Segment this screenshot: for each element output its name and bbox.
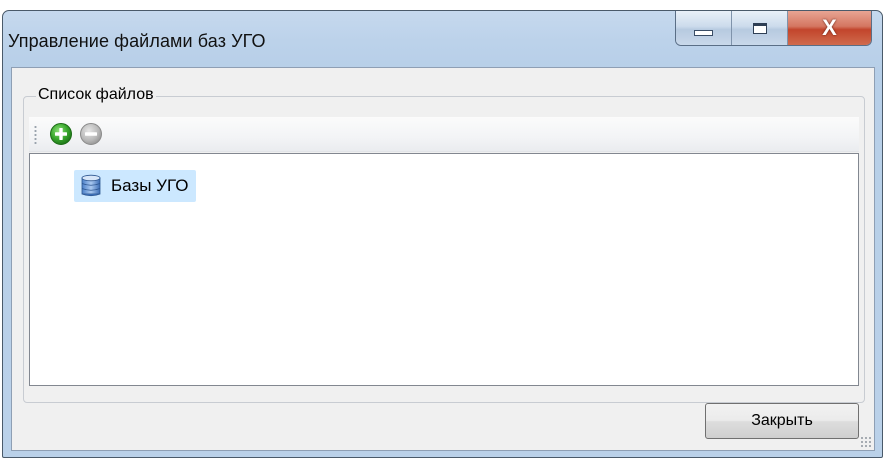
maximize-button[interactable] bbox=[732, 11, 788, 45]
minimize-button[interactable] bbox=[676, 11, 732, 45]
close-window-button[interactable]: X bbox=[788, 11, 871, 45]
tree-item-label: Базы УГО bbox=[111, 176, 189, 195]
size-grip[interactable] bbox=[860, 436, 872, 448]
tree-item-ugo-bases[interactable]: Базы УГО bbox=[74, 170, 197, 202]
remove-file-button[interactable] bbox=[79, 122, 103, 146]
dialog-client-area: Список файлов Базы УГО Закрыть bbox=[11, 67, 875, 451]
maximize-icon bbox=[752, 22, 767, 34]
add-file-button[interactable] bbox=[49, 122, 73, 146]
files-tree[interactable]: Базы УГО bbox=[29, 153, 859, 386]
title-bar[interactable]: Управление файлами баз УГО X bbox=[3, 11, 882, 67]
remove-icon bbox=[80, 123, 102, 145]
close-icon: X bbox=[822, 15, 837, 40]
dialog-window: Управление файлами баз УГО X Список файл… bbox=[2, 10, 883, 458]
close-button[interactable]: Закрыть bbox=[705, 403, 859, 439]
database-icon bbox=[81, 174, 101, 197]
files-group-title: Список файлов bbox=[36, 86, 156, 104]
window-controls: X bbox=[675, 11, 872, 46]
minimize-icon bbox=[694, 30, 713, 36]
window-title: Управление файлами баз УГО bbox=[8, 31, 266, 51]
files-toolbar bbox=[29, 117, 859, 152]
toolbar-grip[interactable] bbox=[34, 125, 37, 145]
add-icon bbox=[50, 123, 72, 145]
